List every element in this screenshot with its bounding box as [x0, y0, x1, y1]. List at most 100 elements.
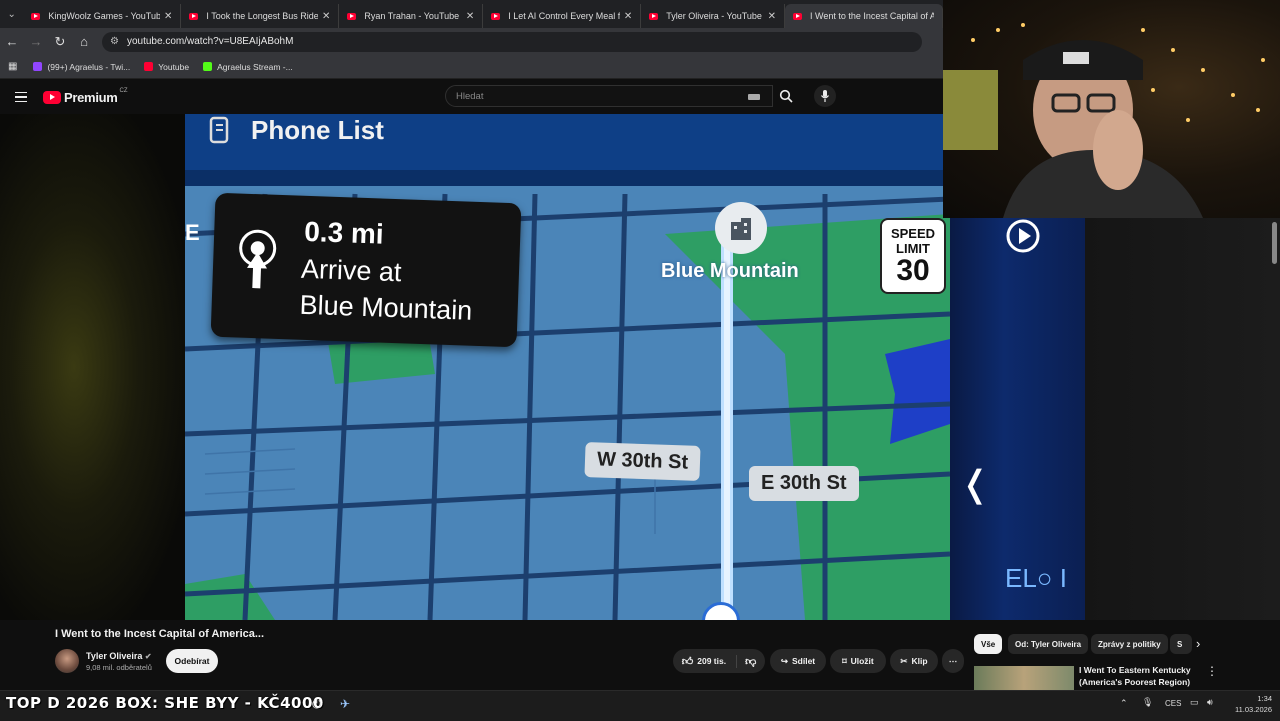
nav-instruction-line2: Blue Mountain — [299, 289, 473, 326]
youtube-favicon-icon — [793, 12, 803, 20]
video-player[interactable]: Phone List E 0.3 mi Arrive at Blue Mount… — [185, 114, 950, 620]
share-icon: ↪ — [780, 655, 788, 666]
corner-letter: E — [185, 220, 200, 245]
more-actions-button[interactable]: ⋯ — [942, 649, 964, 673]
scissors-icon: ✂ — [900, 655, 908, 666]
bookmark-item[interactable]: (99+) Agraelus - Twi... — [33, 62, 130, 72]
microphone-tray-icon[interactable]: 🎙︎ — [1142, 697, 1153, 708]
address-bar-row: ← → ↻ ⌂ ⚙ youtube.com/watch?v=U8EAIjABoh… — [0, 28, 943, 55]
browser-tab[interactable]: KingWoolz Games - YouTube ✕ — [23, 4, 182, 28]
tab-title: I Took the Longest Bus Ride in A — [206, 11, 318, 21]
clock-time: 1:34 — [1257, 694, 1272, 703]
forward-icon[interactable]: → — [24, 34, 48, 49]
save-button[interactable]: ⌑ Uložit — [830, 649, 886, 673]
tab-title: Ryan Trahan - YouTube — [364, 11, 460, 21]
ambient-left — [0, 114, 185, 620]
like-button[interactable]: 👍︎ 209 tis. — [681, 654, 738, 668]
recommended-menu-icon[interactable]: ⋮ — [1206, 664, 1218, 678]
street-label-west: W 30th St — [584, 442, 701, 481]
thumbs-up-icon: 👍︎ — [681, 655, 694, 668]
close-tab-icon[interactable]: ✕ — [164, 11, 172, 22]
recommended-thumbnail[interactable] — [974, 666, 1074, 690]
search-icon — [779, 89, 793, 103]
input-language[interactable]: CES — [1165, 699, 1181, 708]
navigation-card: 0.3 mi Arrive at Blue Mountain — [210, 192, 522, 348]
thumbs-down-icon: 👎︎ — [745, 655, 757, 668]
kick-icon — [203, 62, 213, 71]
navigation-map — [185, 114, 950, 620]
chip-more[interactable]: S — [1170, 634, 1192, 654]
display-icon[interactable]: ▭ — [1190, 697, 1199, 708]
youtube-favicon-icon — [491, 12, 501, 20]
search-button[interactable] — [772, 85, 800, 107]
reload-icon[interactable]: ↻ — [48, 34, 72, 50]
browser-tab[interactable]: I Let AI Control Every Meal for 7 ✕ — [483, 4, 642, 28]
speed-limit-line1: SPEED — [890, 226, 936, 241]
twitch-icon — [33, 62, 43, 71]
subscribe-button[interactable]: Odebírat — [166, 649, 218, 673]
street-label-east: E 30th St — [749, 466, 859, 501]
tab-title: Tyler Oliveira - YouTube — [666, 11, 762, 21]
apps-grid-icon[interactable]: ▦ — [8, 61, 17, 72]
video-title: I Went to the Incest Capital of America.… — [55, 628, 265, 640]
like-dislike-group: 👍︎ 209 tis. 👎︎ — [673, 649, 765, 673]
bookmark-item[interactable]: Agraelus Stream -... — [203, 62, 293, 72]
close-tab-icon[interactable]: ✕ — [624, 11, 632, 22]
subscriber-count: 9,08 mil. odběratelů — [86, 663, 152, 672]
youtube-logo[interactable]: Premium CZ — [43, 88, 128, 105]
site-settings-icon[interactable]: ⚙ — [110, 36, 119, 47]
tab-search-icon[interactable]: ⌄ — [0, 0, 23, 28]
bookmark-label: Agraelus Stream -... — [217, 61, 293, 72]
url-field[interactable]: ⚙ youtube.com/watch?v=U8EAIjABohM — [102, 31, 922, 52]
steam-icon[interactable]: ✈ — [340, 697, 350, 711]
back-icon[interactable]: ← — [0, 34, 24, 49]
channel-avatar[interactable] — [55, 649, 79, 673]
channel-name[interactable]: Tyler Oliveira ✔ — [86, 651, 152, 661]
clip-button[interactable]: ✂ Klip — [890, 649, 938, 673]
home-icon[interactable]: ⌂ — [72, 34, 96, 49]
youtube-favicon-icon — [347, 12, 357, 20]
youtube-favicon-icon — [31, 12, 41, 20]
recommended-title[interactable]: I Went To Eastern Kentucky (America's Po… — [1079, 665, 1204, 688]
close-tab-icon[interactable]: ✕ — [322, 11, 330, 22]
close-tab-icon[interactable]: ✕ — [768, 11, 776, 22]
clock-date: 11.03.2026 — [1235, 705, 1272, 714]
volume-icon[interactable]: 🔊︎ — [1207, 697, 1213, 708]
browser-tab[interactable]: Tyler Oliveira - YouTube ✕ — [641, 4, 786, 28]
building-icon — [731, 218, 751, 240]
tab-title: I Went to the Incest Capital of A — [810, 11, 935, 21]
tab-title: KingWoolz Games - YouTube — [48, 11, 160, 21]
keyboard-icon[interactable] — [748, 94, 760, 100]
dislike-button[interactable]: 👎︎ — [737, 655, 756, 668]
scrollbar-thumb[interactable] — [1272, 222, 1277, 264]
browser-tab[interactable]: I Took the Longest Bus Ride in A ✕ — [181, 4, 340, 28]
microphone-icon — [821, 90, 829, 102]
chip-from-channel[interactable]: Od: Tyler Oliveira — [1008, 634, 1089, 654]
search-input[interactable]: Hledat — [445, 85, 773, 107]
video-side-panel: ❬ EL○ I — [950, 218, 1085, 620]
browser-tab-strip: ⌄ KingWoolz Games - YouTube ✕ I Took the … — [0, 0, 944, 28]
youtube-favicon-icon — [189, 12, 199, 20]
phone-list-header: Phone List — [207, 114, 384, 146]
taskbar-app-icon[interactable]: ⏻ — [312, 697, 322, 712]
chip-next-icon[interactable]: › — [1196, 636, 1200, 651]
close-tab-icon[interactable]: ✕ — [466, 11, 474, 22]
voice-search-button[interactable] — [814, 85, 836, 107]
speed-limit-value: 30 — [896, 254, 930, 287]
tray-expand-icon[interactable]: ⌃ — [1120, 698, 1128, 709]
browser-tab-active[interactable]: I Went to the Incest Capital of A — [785, 4, 944, 28]
share-button[interactable]: ↪ Sdílet — [770, 649, 826, 673]
logo-text: Premium — [64, 89, 118, 105]
clock[interactable]: 1:34 11.03.2026 — [1224, 693, 1272, 715]
chip-all[interactable]: Vše — [974, 634, 1003, 654]
verified-icon: ✔ — [144, 652, 152, 661]
browser-tab[interactable]: Ryan Trahan - YouTube ✕ — [339, 4, 484, 28]
youtube-play-icon — [43, 90, 61, 104]
nav-distance: 0.3 mi — [303, 215, 385, 250]
bookmark-label: Youtube — [158, 61, 190, 72]
bookmark-item[interactable]: Youtube — [144, 62, 189, 72]
menu-icon[interactable] — [15, 91, 27, 103]
bookmark-label: (99+) Agraelus - Twi... — [47, 61, 131, 72]
chip-politics[interactable]: Zprávy z politiky — [1091, 634, 1168, 654]
search-placeholder: Hledat — [456, 90, 484, 102]
